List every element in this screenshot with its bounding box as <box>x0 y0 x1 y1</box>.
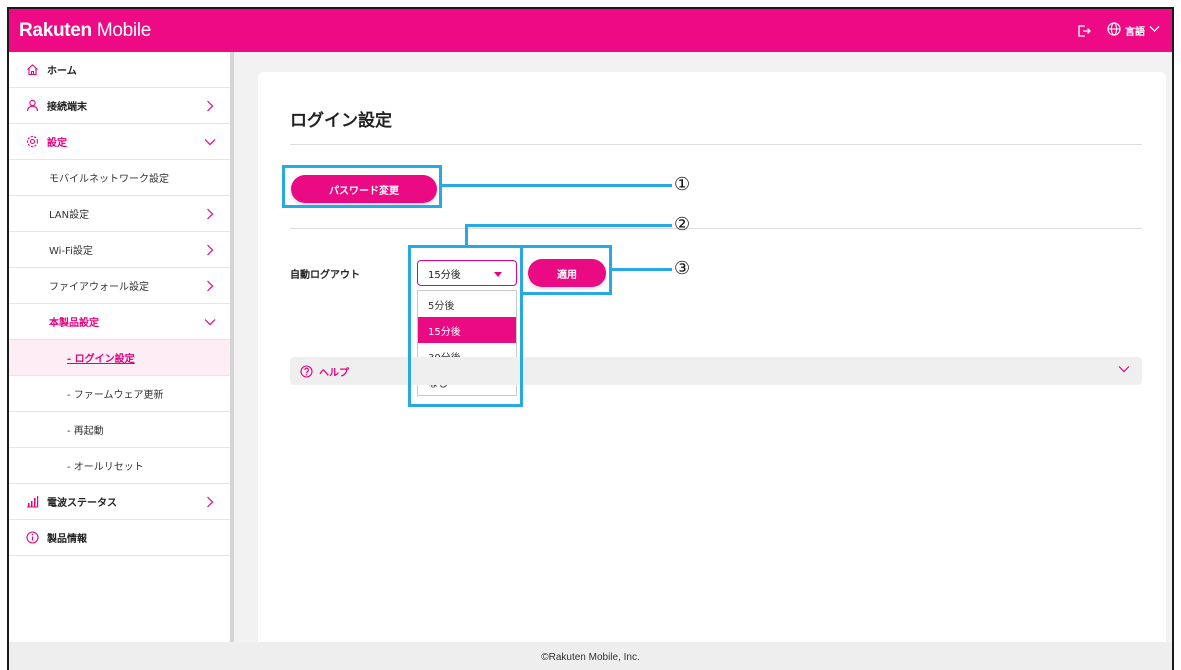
globe-icon <box>1107 22 1121 39</box>
highlight-box-1 <box>282 165 442 208</box>
callout-marker-1: ① <box>674 174 691 195</box>
callout-line-1 <box>442 184 672 187</box>
sidebar-item-settings[interactable]: 設定 <box>9 124 230 160</box>
sidebar-nav: ホーム 接続端末 設定 モバイルネットワーク設定 LAN設定 Wi-Fi設定 フ… <box>9 52 230 642</box>
signal-bars-icon <box>25 495 39 509</box>
chevron-down-icon <box>204 316 216 328</box>
chevron-down-icon <box>204 136 216 148</box>
highlight-box-3 <box>520 245 612 295</box>
highlight-box-2 <box>408 245 523 407</box>
sidebar-item-device-settings[interactable]: 本製品設定 <box>9 304 230 340</box>
sidebar-scrollbar[interactable] <box>230 52 234 642</box>
sidebar-item-label: LAN設定 <box>49 210 90 221</box>
sidebar-item-firmware-update[interactable]: - ファームウェア更新 <box>9 376 230 412</box>
sidebar-item-product-info[interactable]: 製品情報 <box>9 520 230 556</box>
chevron-down-icon <box>1149 25 1160 36</box>
sidebar-item-label: 電波ステータス <box>47 498 117 509</box>
sidebar-item-wifi[interactable]: Wi-Fi設定 <box>9 232 230 268</box>
language-selector[interactable]: 言語 <box>1107 22 1160 39</box>
auto-logout-label: 自動ログアウト <box>290 270 360 281</box>
chevron-right-icon <box>204 100 216 112</box>
divider <box>290 228 1142 229</box>
sidebar-item-connected-devices[interactable]: 接続端末 <box>9 88 230 124</box>
gear-icon <box>25 135 39 149</box>
sidebar-item-label: 製品情報 <box>47 534 87 545</box>
top-bar-actions: 言語 <box>1077 9 1160 52</box>
sidebar-item-label: - オールリセット <box>67 462 144 473</box>
logout-icon[interactable] <box>1077 24 1091 38</box>
user-icon <box>25 99 39 113</box>
sidebar-item-label: ホーム <box>47 66 77 77</box>
sidebar-item-label: 設定 <box>47 138 67 149</box>
main-content-card: ログイン設定 パスワード変更 自動ログアウト 15分後 5分後 15分後 30分… <box>258 72 1166 648</box>
footer: ©Rakuten Mobile, Inc. <box>9 642 1172 670</box>
help-circle-icon <box>300 364 313 378</box>
copyright-text: ©Rakuten Mobile, Inc. <box>541 651 640 663</box>
page-title: ログイン設定 <box>290 111 392 131</box>
chevron-right-icon <box>204 208 216 220</box>
sidebar-item-label: ファイアウォール設定 <box>49 282 149 293</box>
callout-line-3 <box>612 268 672 271</box>
callout-line-2a <box>465 224 468 245</box>
chevron-right-icon <box>204 496 216 508</box>
callout-line-2b <box>465 224 672 227</box>
sidebar-item-label: 接続端末 <box>47 102 87 113</box>
home-icon <box>25 63 39 77</box>
sidebar-item-label: Wi-Fi設定 <box>49 246 93 257</box>
chevron-down-icon <box>1118 365 1130 376</box>
callout-marker-2: ② <box>674 214 691 235</box>
sidebar-item-all-reset[interactable]: - オールリセット <box>9 448 230 484</box>
sidebar-item-lan[interactable]: LAN設定 <box>9 196 230 232</box>
sidebar-item-signal-status[interactable]: 電波ステータス <box>9 484 230 520</box>
info-icon <box>25 531 39 545</box>
sidebar-item-label: - ログイン設定 <box>67 354 135 365</box>
sidebar-item-label: - 再起動 <box>67 426 104 437</box>
help-label: ヘルプ <box>319 367 349 379</box>
sidebar-item-login-settings[interactable]: - ログイン設定 <box>9 340 230 376</box>
chevron-right-icon <box>204 244 216 256</box>
sidebar-item-restart[interactable]: - 再起動 <box>9 412 230 448</box>
sidebar-item-label: 本製品設定 <box>49 318 99 329</box>
sidebar-item-mobile-network[interactable]: モバイルネットワーク設定 <box>9 160 230 196</box>
rakuten-mobile-logo[interactable]: Rakuten Mobile <box>19 20 151 42</box>
top-bar: Rakuten Mobile 言語 <box>9 9 1172 52</box>
language-label: 言語 <box>1125 27 1145 38</box>
app-window: Rakuten Mobile 言語 ホーム 接続端末 設定 モバイルネットワーク… <box>7 7 1174 670</box>
sidebar-item-home[interactable]: ホーム <box>9 52 230 88</box>
sidebar-item-label: モバイルネットワーク設定 <box>49 174 169 185</box>
sidebar-item-firewall[interactable]: ファイアウォール設定 <box>9 268 230 304</box>
callout-marker-3: ③ <box>674 258 691 279</box>
chevron-right-icon <box>204 280 216 292</box>
divider <box>290 144 1142 145</box>
sidebar-item-label: - ファームウェア更新 <box>67 390 164 401</box>
